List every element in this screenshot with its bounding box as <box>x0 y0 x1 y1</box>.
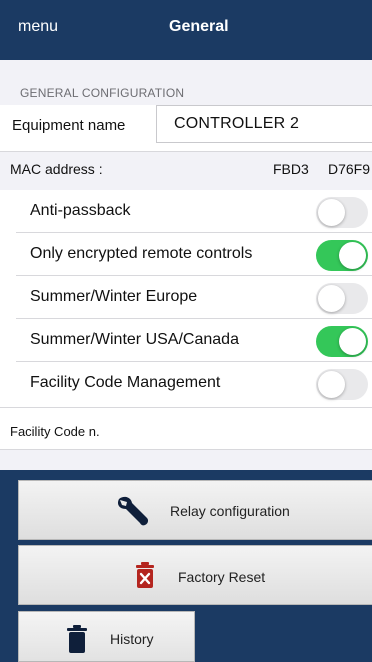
toggle-row-summer-winter-usa: Summer/Winter USA/Canada <box>0 319 372 362</box>
switch-knob <box>318 199 345 226</box>
relay-configuration-label: Relay configuration <box>170 503 290 519</box>
equipment-name-value: CONTROLLER 2 <box>174 115 300 132</box>
mac-address-label: MAC address : <box>10 161 103 177</box>
encrypted-remotes-switch[interactable] <box>316 240 368 271</box>
factory-reset-label: Factory Reset <box>178 569 266 585</box>
toggle-label: Anti-passback <box>30 202 131 219</box>
mac-address-row: MAC address : FBD3 D76F9 <box>0 152 372 190</box>
toggle-label: Facility Code Management <box>30 374 221 391</box>
mac-address-part1: FBD3 <box>273 161 309 177</box>
facility-code-number-row[interactable]: Facility Code n. <box>0 408 372 450</box>
switch-knob <box>339 242 366 269</box>
switch-knob <box>318 371 345 398</box>
history-button[interactable]: History <box>18 611 195 662</box>
menu-button[interactable]: menu <box>18 18 58 36</box>
equipment-name-row: Equipment name CONTROLLER 2 <box>0 105 372 152</box>
anti-passback-switch[interactable] <box>316 197 368 228</box>
switch-knob <box>318 285 345 312</box>
page-title: General <box>169 18 229 35</box>
wrench-icon <box>117 496 149 526</box>
facility-code-number-label: Facility Code n. <box>10 424 100 439</box>
toggle-row-encrypted-remotes: Only encrypted remote controls <box>0 233 372 276</box>
equipment-name-input[interactable]: CONTROLLER 2 <box>156 105 372 143</box>
toggle-row-facility-code: Facility Code Management <box>0 362 372 408</box>
summer-winter-usa-switch[interactable] <box>316 326 368 357</box>
toggle-row-summer-winter-europe: Summer/Winter Europe <box>0 276 372 319</box>
relay-configuration-button[interactable]: Relay configuration <box>18 480 372 540</box>
section-header-label: GENERAL CONFIGURATION <box>20 86 185 100</box>
toggle-label: Only encrypted remote controls <box>30 245 253 262</box>
switch-knob <box>339 328 366 355</box>
toggle-label: Summer/Winter USA/Canada <box>30 331 239 348</box>
divider <box>0 449 372 450</box>
navigation-bar: menu General <box>0 0 372 60</box>
toggle-row-anti-passback: Anti-passback <box>0 190 372 233</box>
facility-code-switch[interactable] <box>316 369 368 400</box>
toggle-label: Summer/Winter Europe <box>30 288 198 305</box>
equipment-name-label: Equipment name <box>12 117 126 134</box>
factory-reset-button[interactable]: Factory Reset <box>18 545 372 605</box>
history-label: History <box>110 631 154 647</box>
trash-x-icon <box>136 562 154 588</box>
trash-icon <box>67 625 87 653</box>
section-header: GENERAL CONFIGURATION <box>0 60 372 105</box>
mac-address-part2: D76F9 <box>328 161 371 177</box>
summer-winter-europe-switch[interactable] <box>316 283 368 314</box>
